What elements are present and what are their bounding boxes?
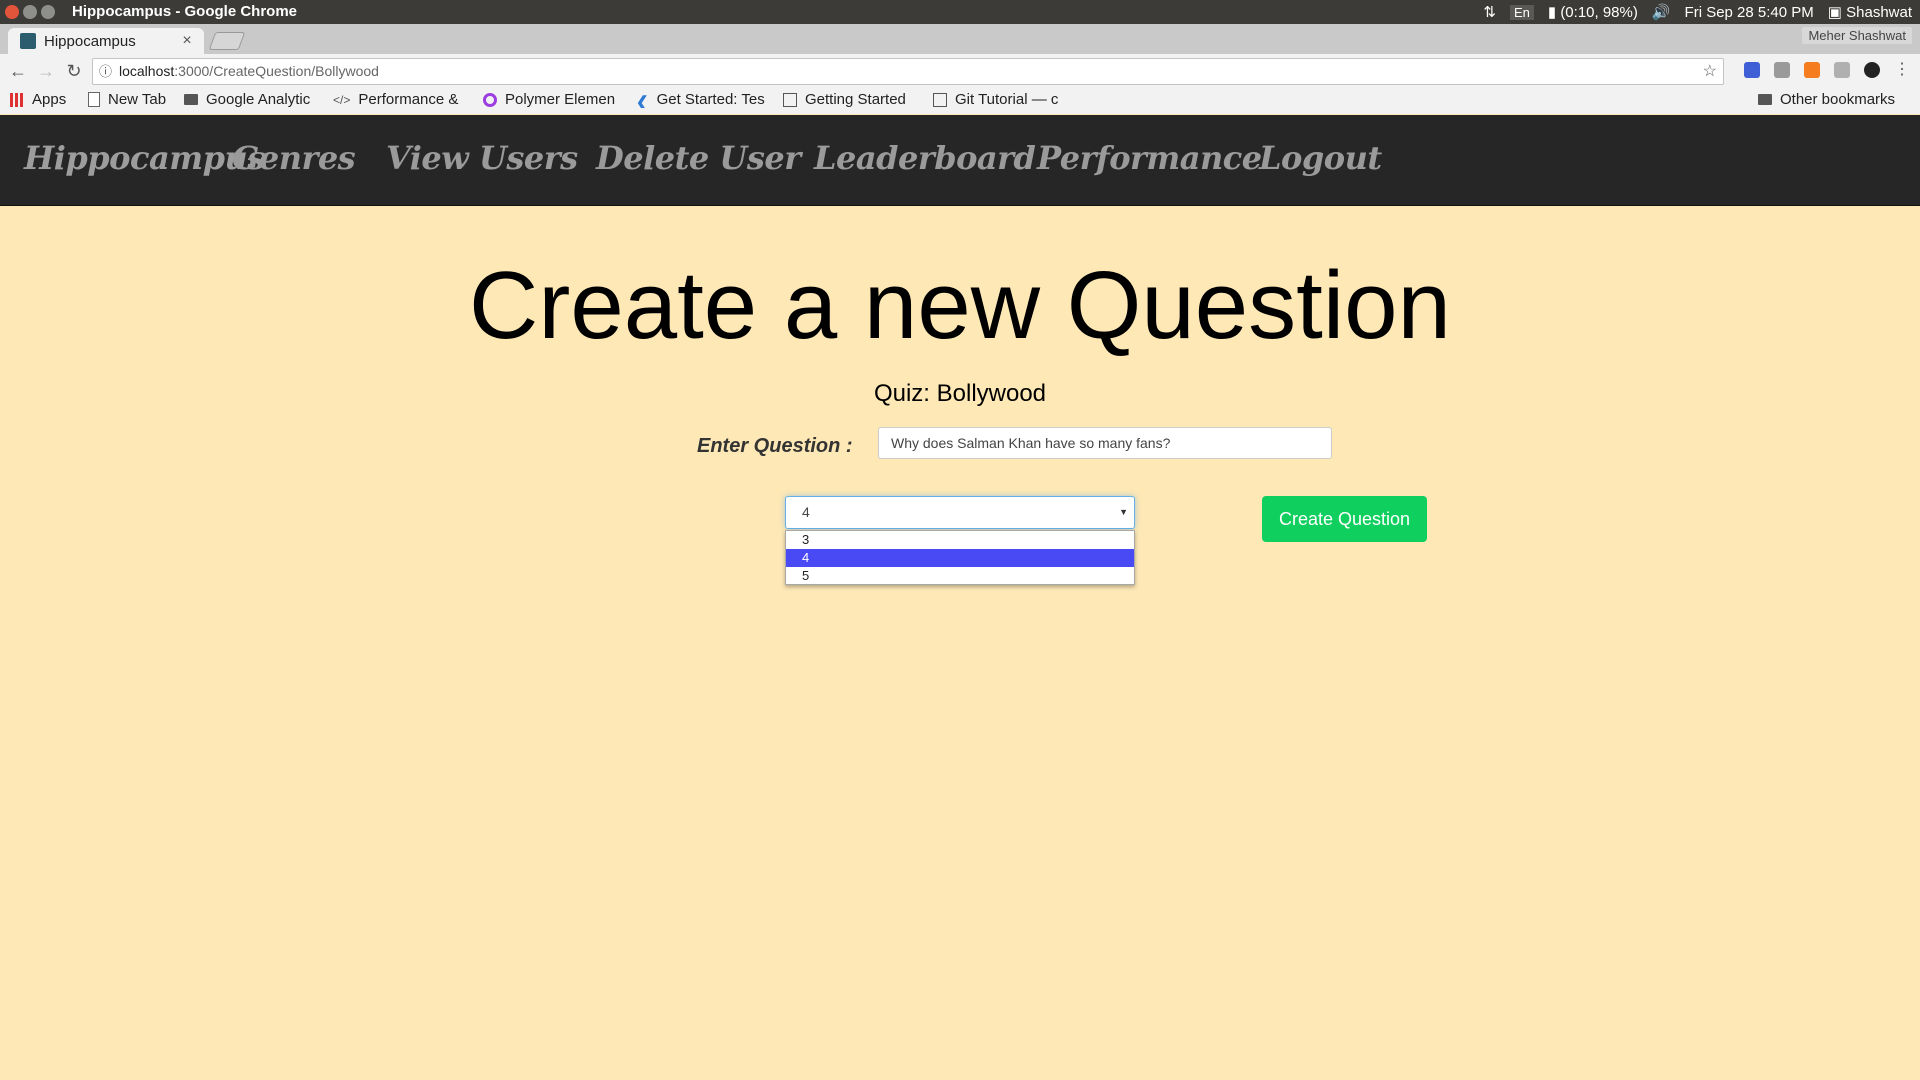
clock[interactable]: Fri Sep 28 5:40 PM	[1685, 4, 1814, 21]
book-icon	[783, 92, 797, 107]
extension-icon[interactable]	[1804, 62, 1820, 78]
quiz-label: Quiz: Bollywood	[873, 380, 1047, 407]
bookmark-getting-started[interactable]: Getting Started	[783, 91, 919, 108]
folder-icon	[184, 94, 198, 105]
bookmark-label: Other bookmarks	[1780, 91, 1896, 108]
page-title: Create a new Question	[469, 252, 1451, 359]
profile-name[interactable]: Meher Shashwat	[1802, 27, 1912, 44]
bookmark-label: Performance &	[358, 91, 459, 108]
forward-arrow-icon[interactable]: →	[34, 59, 58, 83]
code-icon: </>	[333, 92, 351, 107]
chevron-down-icon: ▼	[1119, 507, 1128, 517]
polymer-icon	[483, 92, 497, 107]
maximize-window-icon[interactable]	[41, 5, 55, 19]
network-icon[interactable]: ⇅	[1483, 3, 1496, 21]
favicon-icon	[20, 33, 36, 49]
window-controls	[5, 5, 55, 19]
reload-icon[interactable]: ↻	[62, 59, 86, 83]
bookmark-label: Get Started: Tes	[656, 91, 765, 108]
extension-icon[interactable]	[1864, 62, 1880, 78]
nav-leaderboard[interactable]: Leaderboard	[814, 139, 1036, 177]
folder-icon	[1758, 94, 1772, 105]
browser-tab[interactable]: Hippocampus ×	[8, 28, 204, 54]
bookmark-label: Getting Started	[805, 91, 906, 108]
tab-strip: Hippocampus × Meher Shashwat	[0, 24, 1920, 54]
extension-icons: ⋮	[1744, 62, 1910, 78]
app-navbar: Hippocampus Genres View Users Delete Use…	[0, 115, 1920, 206]
browser-toolbar: ← → ↻ ⓘ localhost:3000/CreateQuestion/Bo…	[0, 54, 1920, 89]
os-top-bar: Hippocampus - Google Chrome ⇅ En ▮ (0:10…	[0, 0, 1920, 24]
window-title: Hippocampus - Google Chrome	[72, 3, 298, 20]
download-extension-icon[interactable]	[1834, 62, 1850, 78]
bookmark-polymer[interactable]: Polymer Elemen	[483, 91, 623, 108]
url-text: localhost:3000/CreateQuestion/Bollywood	[119, 59, 379, 84]
apps-grid-icon	[10, 92, 24, 107]
question-label: Enter Question :	[697, 435, 853, 457]
close-tab-icon[interactable]: ×	[178, 32, 196, 50]
bookmark-apps[interactable]: Apps	[10, 91, 66, 108]
battery-text: (0:10, 98%)	[1560, 4, 1638, 21]
bookmark-get-started[interactable]: ❮ Get Started: Tes	[636, 91, 770, 108]
nav-view-users[interactable]: View Users	[386, 139, 578, 177]
user-menu[interactable]: ▣ Shashwat	[1828, 3, 1912, 21]
address-bar[interactable]: ⓘ localhost:3000/CreateQuestion/Bollywoo…	[92, 58, 1724, 85]
user-name: Shashwat	[1846, 4, 1912, 21]
close-window-icon[interactable]	[5, 5, 19, 19]
bookmarks-bar: Apps New Tab Google Analytic </> Performa…	[0, 88, 1920, 114]
other-bookmarks[interactable]: Other bookmarks	[1758, 91, 1895, 108]
select-dropdown-list: 3 4 5	[785, 530, 1135, 585]
bookmark-label: Polymer Elemen	[505, 91, 616, 108]
select-value: 4	[802, 504, 810, 520]
flutter-icon: ❮	[636, 93, 649, 109]
back-arrow-icon[interactable]: ←	[6, 59, 30, 83]
extension-icon[interactable]	[1774, 62, 1790, 78]
bookmark-new-tab[interactable]: New Tab	[88, 91, 166, 108]
volume-icon[interactable]: 🔊	[1652, 3, 1671, 21]
brand-link[interactable]: Hippocampus	[24, 139, 265, 177]
select-option-5[interactable]: 5	[786, 567, 1134, 585]
bookmark-label: Git Tutorial — c	[955, 91, 1059, 108]
bookmark-git-tutorial[interactable]: Git Tutorial — c	[933, 91, 1073, 108]
battery-indicator[interactable]: ▮ (0:10, 98%)	[1548, 3, 1638, 21]
url-host: localhost	[119, 63, 175, 79]
url-path: :3000/CreateQuestion/Bollywood	[174, 63, 379, 79]
bookmark-label: Google Analytic	[206, 91, 311, 108]
select-option-3[interactable]: 3	[786, 531, 1134, 549]
language-indicator[interactable]: En	[1509, 4, 1534, 20]
minimize-window-icon[interactable]	[23, 5, 37, 19]
nav-genres[interactable]: Genres	[232, 139, 356, 177]
bookmark-star-icon[interactable]: ☆	[1703, 59, 1717, 84]
nav-delete-user[interactable]: Delete User	[596, 139, 801, 177]
book-icon	[933, 92, 947, 107]
question-input[interactable]	[878, 427, 1332, 459]
select-option-4[interactable]: 4	[786, 549, 1134, 567]
info-icon[interactable]: ⓘ	[99, 59, 112, 84]
bookmark-google-analytics[interactable]: Google Analytic	[184, 91, 320, 108]
chrome-menu-icon[interactable]: ⋮	[1894, 62, 1910, 78]
tab-title: Hippocampus	[44, 32, 136, 50]
nav-logout[interactable]: Logout	[1259, 139, 1382, 177]
bookmark-performance[interactable]: </> Performance &	[333, 91, 469, 108]
new-tab-button[interactable]	[208, 32, 246, 50]
create-question-button[interactable]: Create Question	[1262, 496, 1427, 542]
system-tray: ⇅ En ▮ (0:10, 98%) 🔊 Fri Sep 28 5:40 PM …	[1483, 3, 1912, 22]
options-count-select[interactable]: 4 ▼	[785, 496, 1135, 529]
bookmark-label: Apps	[32, 91, 67, 108]
extension-icon[interactable]	[1744, 62, 1760, 78]
page-icon	[88, 92, 100, 107]
bookmark-label: New Tab	[108, 91, 167, 108]
nav-performance[interactable]: Performance	[1037, 139, 1262, 177]
